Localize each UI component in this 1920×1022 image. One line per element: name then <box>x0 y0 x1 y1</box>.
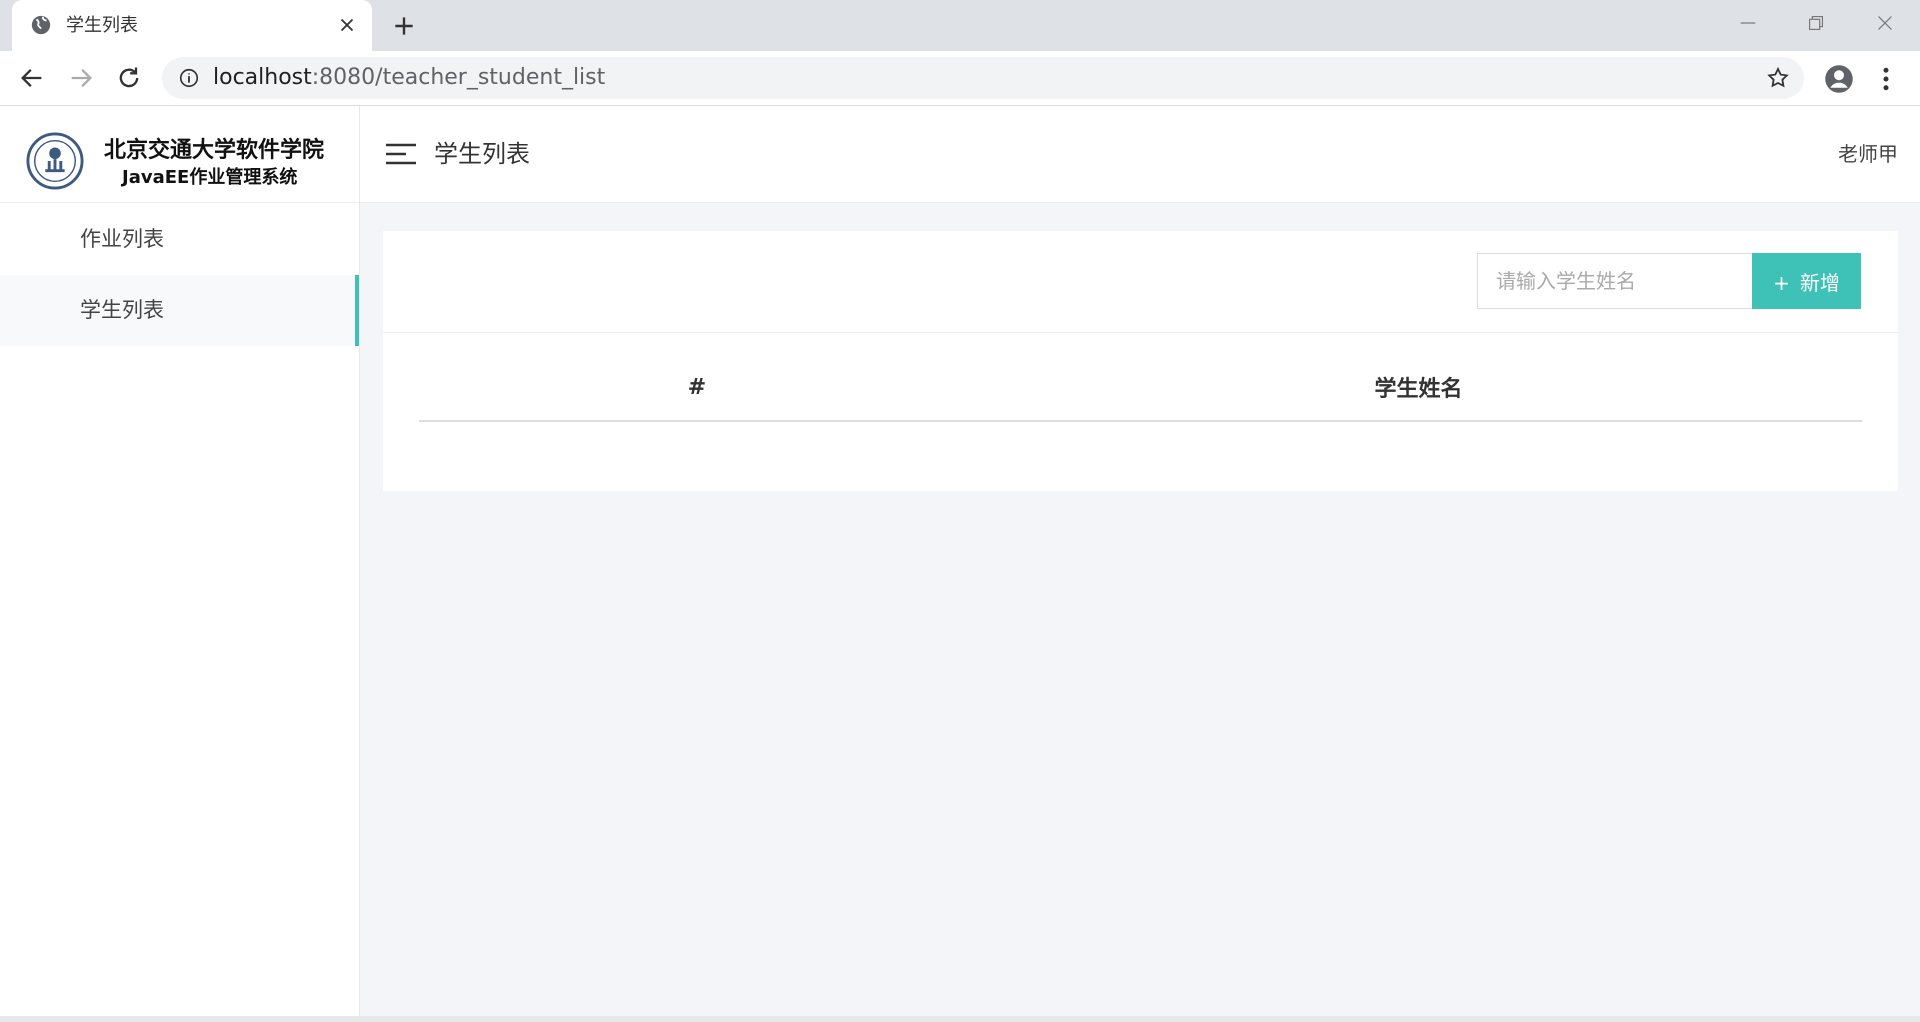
search-input[interactable] <box>1477 253 1753 309</box>
column-header-student-name[interactable]: 学生姓名 <box>975 354 1862 422</box>
user-name[interactable]: 老师甲 <box>1838 106 1898 202</box>
add-button[interactable]: + 新增 <box>1752 253 1861 309</box>
minimize-icon[interactable] <box>1737 12 1759 34</box>
browser-toolbar: localhost:8080/teacher_student_list <box>0 51 1920 106</box>
brand: 北京交通大学软件学院 JavaEE作业管理系统 <box>0 106 359 203</box>
restore-icon[interactable] <box>1805 12 1827 34</box>
url-host: localhost <box>213 65 312 90</box>
brand-subtitle: JavaEE作业管理系统 <box>122 167 298 188</box>
reload-icon[interactable] <box>115 64 143 92</box>
page-title: 学生列表 <box>434 140 530 168</box>
column-header-index[interactable]: # <box>419 354 975 422</box>
sidebar-item-student-list[interactable]: 学生列表 <box>0 275 359 346</box>
bookmark-star-icon[interactable] <box>1766 66 1790 90</box>
browser-tab-strip: 学生列表 <box>0 0 1920 51</box>
active-indicator <box>355 275 359 346</box>
address-bar[interactable]: localhost:8080/teacher_student_list <box>162 57 1804 99</box>
add-button-label: 新增 <box>1799 270 1840 295</box>
card-toolbar: + 新增 <box>383 231 1898 333</box>
browser-tab[interactable]: 学生列表 <box>12 0 372 51</box>
sidebar-item-label: 作业列表 <box>80 227 164 251</box>
profile-icon[interactable] <box>1824 64 1854 94</box>
student-table: # 学生姓名 <box>419 354 1862 422</box>
close-tab-icon[interactable] <box>336 14 358 36</box>
plus-icon: + <box>1773 270 1790 295</box>
back-arrow-icon[interactable] <box>18 64 46 92</box>
tab-title: 学生列表 <box>66 15 138 36</box>
forward-arrow-icon[interactable] <box>67 64 95 92</box>
sidebar-item-label: 学生列表 <box>80 298 164 322</box>
close-window-icon[interactable] <box>1874 12 1896 34</box>
info-icon[interactable] <box>178 67 200 89</box>
hamburger-menu-icon[interactable] <box>386 142 416 166</box>
brand-title: 北京交通大学软件学院 <box>104 138 325 163</box>
page-header: 学生列表 老师甲 <box>360 106 1920 203</box>
sidebar-item-homework-list[interactable]: 作业列表 <box>0 204 359 275</box>
university-logo <box>26 132 84 190</box>
url-text[interactable]: localhost:8080/teacher_student_list <box>213 57 605 99</box>
new-tab-icon[interactable] <box>391 13 417 39</box>
sidebar: 北京交通大学软件学院 JavaEE作业管理系统 作业列表 学生列表 <box>0 106 360 1016</box>
student-list-card: + 新增 # 学生姓名 <box>383 231 1898 491</box>
window-bottom-edge <box>0 1016 1920 1022</box>
table-header-row: # 学生姓名 <box>419 354 1862 422</box>
globe-icon <box>31 15 51 35</box>
kebab-menu-icon[interactable] <box>1876 64 1896 94</box>
url-path: :8080/teacher_student_list <box>311 65 606 90</box>
